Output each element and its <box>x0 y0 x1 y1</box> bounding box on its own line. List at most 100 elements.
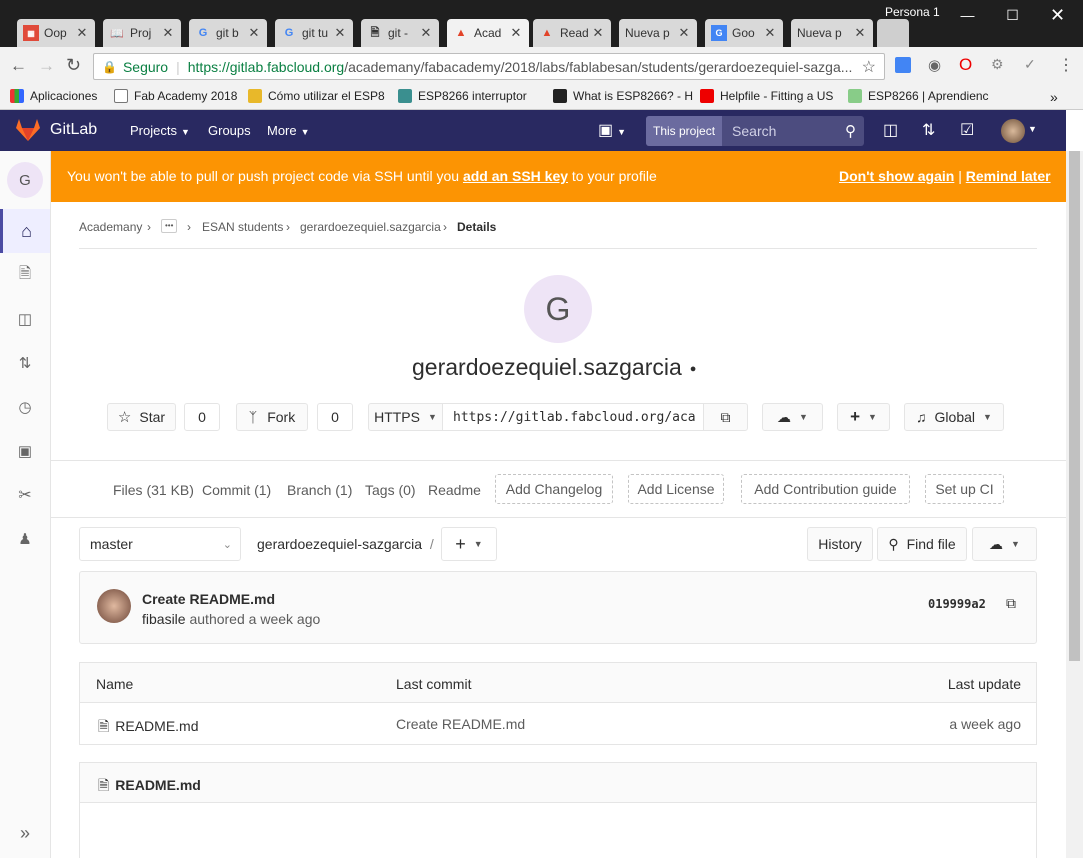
clone-url-input[interactable]: https://gitlab.fabcloud.org/aca <box>442 403 704 431</box>
download-dropdown[interactable]: ☁ ▼ <box>762 403 823 431</box>
nav-groups[interactable]: Groups <box>208 123 251 138</box>
close-tab-icon[interactable]: ✕ <box>591 25 605 41</box>
new-tab-button[interactable] <box>877 19 909 47</box>
nav-more[interactable]: More ▼ <box>267 123 310 138</box>
gitlab-logo-icon[interactable] <box>16 119 40 141</box>
browser-tab[interactable]: Ggit b ✕ <box>189 19 267 47</box>
address-bar[interactable]: 🔒 Seguro | https://gitlab.fabcloud.org /… <box>93 53 885 80</box>
browser-tab[interactable]: Ggit tu ✕ <box>275 19 353 47</box>
breadcrumb-group[interactable]: ESAN students <box>202 220 283 234</box>
chevron-down-icon[interactable]: ▼ <box>1028 124 1037 134</box>
protocol-dropdown[interactable]: HTTPS ▼ <box>368 403 443 431</box>
browser-tab[interactable]: Nueva p ✕ <box>619 19 697 47</box>
translate-ext-icon[interactable] <box>895 57 911 73</box>
maximize-icon[interactable]: ☐ <box>990 0 1035 30</box>
add-license-button[interactable]: Add License <box>628 474 724 504</box>
remind-later-link[interactable]: Remind later <box>966 168 1051 184</box>
copy-url-icon[interactable]: ⧉ <box>703 403 748 431</box>
bookmark-item[interactable]: ESP8266 | Aprendienc <box>848 89 989 103</box>
forward-icon[interactable]: → <box>38 56 55 76</box>
setup-ci-button[interactable]: Set up CI <box>925 474 1004 504</box>
close-tab-icon[interactable]: ✕ <box>247 25 261 41</box>
browser-tab[interactable]: ▦ Oop ✕ <box>17 19 95 47</box>
star-count[interactable]: 0 <box>184 403 220 431</box>
fork-button[interactable]: ᛉ Fork <box>236 403 308 431</box>
bookmark-item[interactable]: ESP8266 interruptor <box>398 89 527 103</box>
fork-count[interactable]: 0 <box>317 403 353 431</box>
commit-author[interactable]: fibasile <box>142 611 186 627</box>
bookmark-apps[interactable]: Aplicaciones <box>10 89 97 103</box>
merge-requests-icon[interactable]: ⇅ <box>0 341 50 385</box>
branch-select[interactable]: master ⌄ <box>79 527 241 561</box>
author-avatar[interactable] <box>97 589 131 623</box>
breadcrumb-academany[interactable]: Academany <box>79 220 142 234</box>
browser-tab[interactable]: ▲ Read ✕ <box>533 19 611 47</box>
commit-sha[interactable]: 019999a2 <box>928 597 986 611</box>
issues-board-icon[interactable]: ◫ <box>883 120 898 140</box>
branch-stat[interactable]: Branch (1) <box>287 482 352 498</box>
browser-tab-active[interactable]: ▲ Acad ✕ <box>447 19 529 47</box>
issues-icon[interactable]: ◫ <box>0 297 50 341</box>
find-file-button[interactable]: ⚲ Find file <box>877 527 967 561</box>
close-tab-icon[interactable]: ✕ <box>763 25 777 41</box>
readme-stat[interactable]: Readme <box>428 482 481 498</box>
add-dropdown[interactable]: + ▼ <box>837 403 890 431</box>
close-tab-icon[interactable]: ✕ <box>75 25 89 41</box>
close-tab-icon[interactable]: ✕ <box>509 25 523 41</box>
user-avatar[interactable] <box>1001 119 1025 143</box>
new-plus-icon[interactable]: ▣ ▼ <box>598 120 626 140</box>
scrollbar-thumb[interactable] <box>1069 151 1080 661</box>
scrollbar[interactable] <box>1066 151 1083 858</box>
bookmark-item[interactable]: Helpfile - Fitting a US <box>700 89 833 103</box>
notification-dropdown[interactable]: ♫ Global ▼ <box>904 403 1004 431</box>
browser-tab[interactable]: G Goo ✕ <box>705 19 783 47</box>
browser-tab[interactable]: 📖 Proj ✕ <box>103 19 181 47</box>
browser-tab[interactable]: 🗎 git - ✕ <box>361 19 439 47</box>
repository-icon[interactable]: 🗎 <box>0 253 50 297</box>
puzzle-icon[interactable]: ⚙ <box>991 56 1004 73</box>
tags-stat[interactable]: Tags (0) <box>365 482 416 498</box>
close-tab-icon[interactable]: ✕ <box>161 25 175 41</box>
browser-tab[interactable]: Nueva p ✕ <box>791 19 873 47</box>
commit-title[interactable]: Create README.md <box>142 591 275 607</box>
close-tab-icon[interactable]: ✕ <box>677 25 691 41</box>
ci-cd-icon[interactable]: ◷ <box>0 385 50 429</box>
extension-icon[interactable]: ◉ <box>928 56 941 74</box>
bookmark-item[interactable]: What is ESP8266? - H <box>553 89 693 103</box>
nav-projects[interactable]: Projects ▼ <box>130 123 190 138</box>
file-name-link[interactable]: README.md <box>115 718 198 734</box>
close-window-icon[interactable]: ✕ <box>1035 0 1080 30</box>
add-contribution-guide-button[interactable]: Add Contribution guide <box>741 474 910 504</box>
search-scope[interactable]: This project <box>646 116 723 146</box>
path-link[interactable]: gerardoezequiel-sazgarcia <box>257 536 422 552</box>
project-avatar-small[interactable]: G <box>7 162 43 198</box>
search-input[interactable]: Search <box>732 123 776 139</box>
table-row[interactable]: 🗎 README.md Create README.md a week ago <box>80 704 1036 745</box>
close-tab-icon[interactable]: ✕ <box>419 25 433 41</box>
bookmark-item[interactable]: Fab Academy 2018 <box>114 89 237 103</box>
opera-icon[interactable]: O <box>959 55 972 75</box>
close-tab-icon[interactable]: ✕ <box>853 25 867 41</box>
todo-icon[interactable]: ☑ <box>960 120 974 140</box>
home-icon[interactable]: ⌂ <box>0 209 50 253</box>
bookmark-star-icon[interactable]: ☆ <box>862 57 876 77</box>
search-box[interactable]: This project Search ⚲ <box>646 116 864 146</box>
download-dropdown[interactable]: ☁ ▼ <box>972 527 1037 561</box>
add-changelog-button[interactable]: Add Changelog <box>495 474 613 504</box>
files-stat[interactable]: Files (31 KB) <box>113 482 194 498</box>
file-commit-link[interactable]: Create README.md <box>396 716 525 732</box>
search-icon[interactable]: ⚲ <box>845 122 856 140</box>
members-icon[interactable]: ♟ <box>0 517 50 561</box>
profile-name[interactable]: Persona 1 <box>885 5 940 19</box>
readme-title[interactable]: README.md <box>115 777 201 793</box>
add-ssh-key-link[interactable]: add an SSH key <box>463 168 568 184</box>
copy-sha-icon[interactable]: ⧉ <box>1006 595 1016 612</box>
bookmark-item[interactable]: Cómo utilizar el ESP8 <box>248 89 385 103</box>
menu-icon[interactable]: ⋮ <box>1058 55 1074 75</box>
collapse-sidebar-icon[interactable]: » <box>0 811 50 855</box>
history-button[interactable]: History <box>807 527 873 561</box>
minimize-icon[interactable]: — <box>945 0 990 30</box>
back-icon[interactable]: ← <box>10 56 27 76</box>
breadcrumb-ellipsis[interactable]: ••• <box>161 219 178 233</box>
extension2-icon[interactable]: ✓ <box>1024 56 1036 73</box>
